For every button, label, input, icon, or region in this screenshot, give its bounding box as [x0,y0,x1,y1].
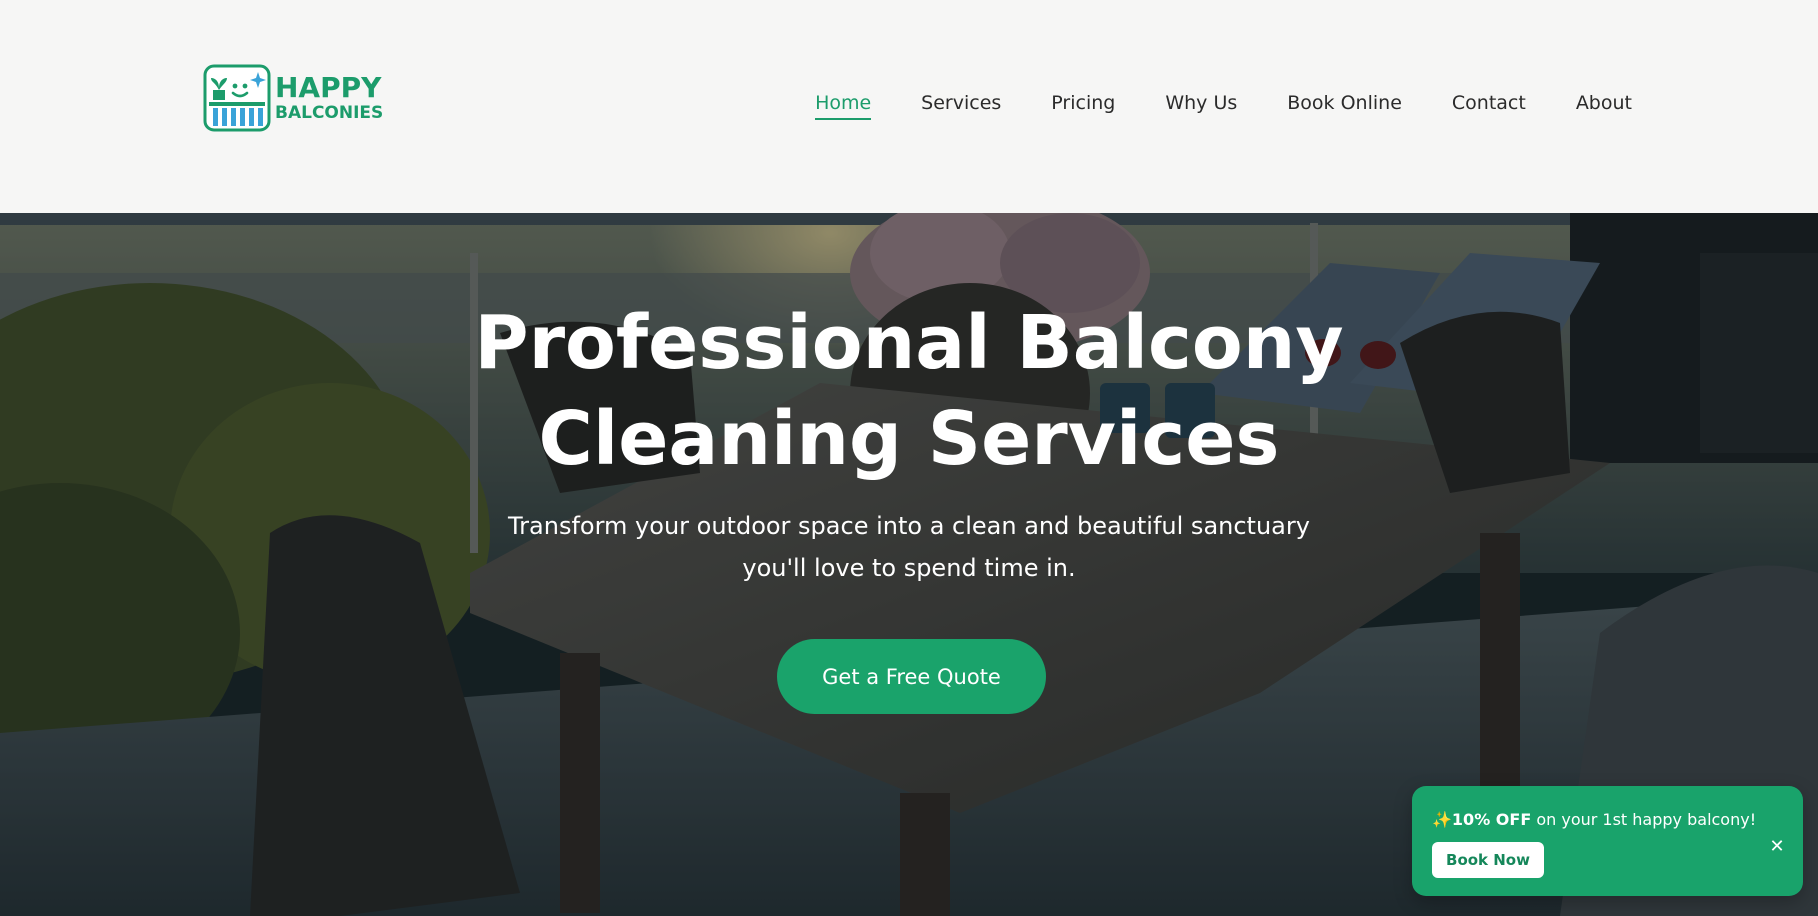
nav-home[interactable]: Home [815,92,872,120]
book-now-button[interactable]: Book Now [1432,842,1544,878]
nav-services[interactable]: Services [921,92,1001,120]
main-nav: Home Services Pricing Why Us Book Online… [815,92,1632,120]
brand-name-line1: HAPPY [275,71,382,104]
brand-wordmark: HAPPY BALCONIES [275,74,383,122]
hero-title-line2: Cleaning Services [538,396,1280,482]
promo-highlight: 10% OFF [1451,810,1532,829]
sparkle-icon: ✨ [1432,810,1452,829]
nav-book-online[interactable]: Book Online [1287,92,1402,120]
brand-logo[interactable]: HAPPY BALCONIES [203,64,383,132]
nav-pricing[interactable]: Pricing [1051,92,1115,120]
promo-toast: ✨10% OFF on your 1st happy balcony! Book… [1412,786,1803,896]
close-icon[interactable]: ✕ [1767,836,1787,857]
balcony-logo-icon [203,64,271,132]
promo-text: on your 1st happy balcony! [1531,810,1757,829]
nav-contact[interactable]: Contact [1452,92,1526,120]
nav-why-us[interactable]: Why Us [1165,92,1237,120]
get-free-quote-button[interactable]: Get a Free Quote [777,639,1046,714]
hero-title-line1: Professional Balcony [474,300,1344,386]
promo-message: ✨10% OFF on your 1st happy balcony! [1432,810,1756,829]
nav-about[interactable]: About [1576,92,1632,120]
hero-title: Professional Balcony Cleaning Services [0,295,1818,487]
brand-name-line2: BALCONIES [275,103,384,123]
hero-subtitle: Transform your outdoor space into a clea… [508,512,1310,582]
site-header: HAPPY BALCONIES Home Services Pricing Wh… [0,0,1818,213]
